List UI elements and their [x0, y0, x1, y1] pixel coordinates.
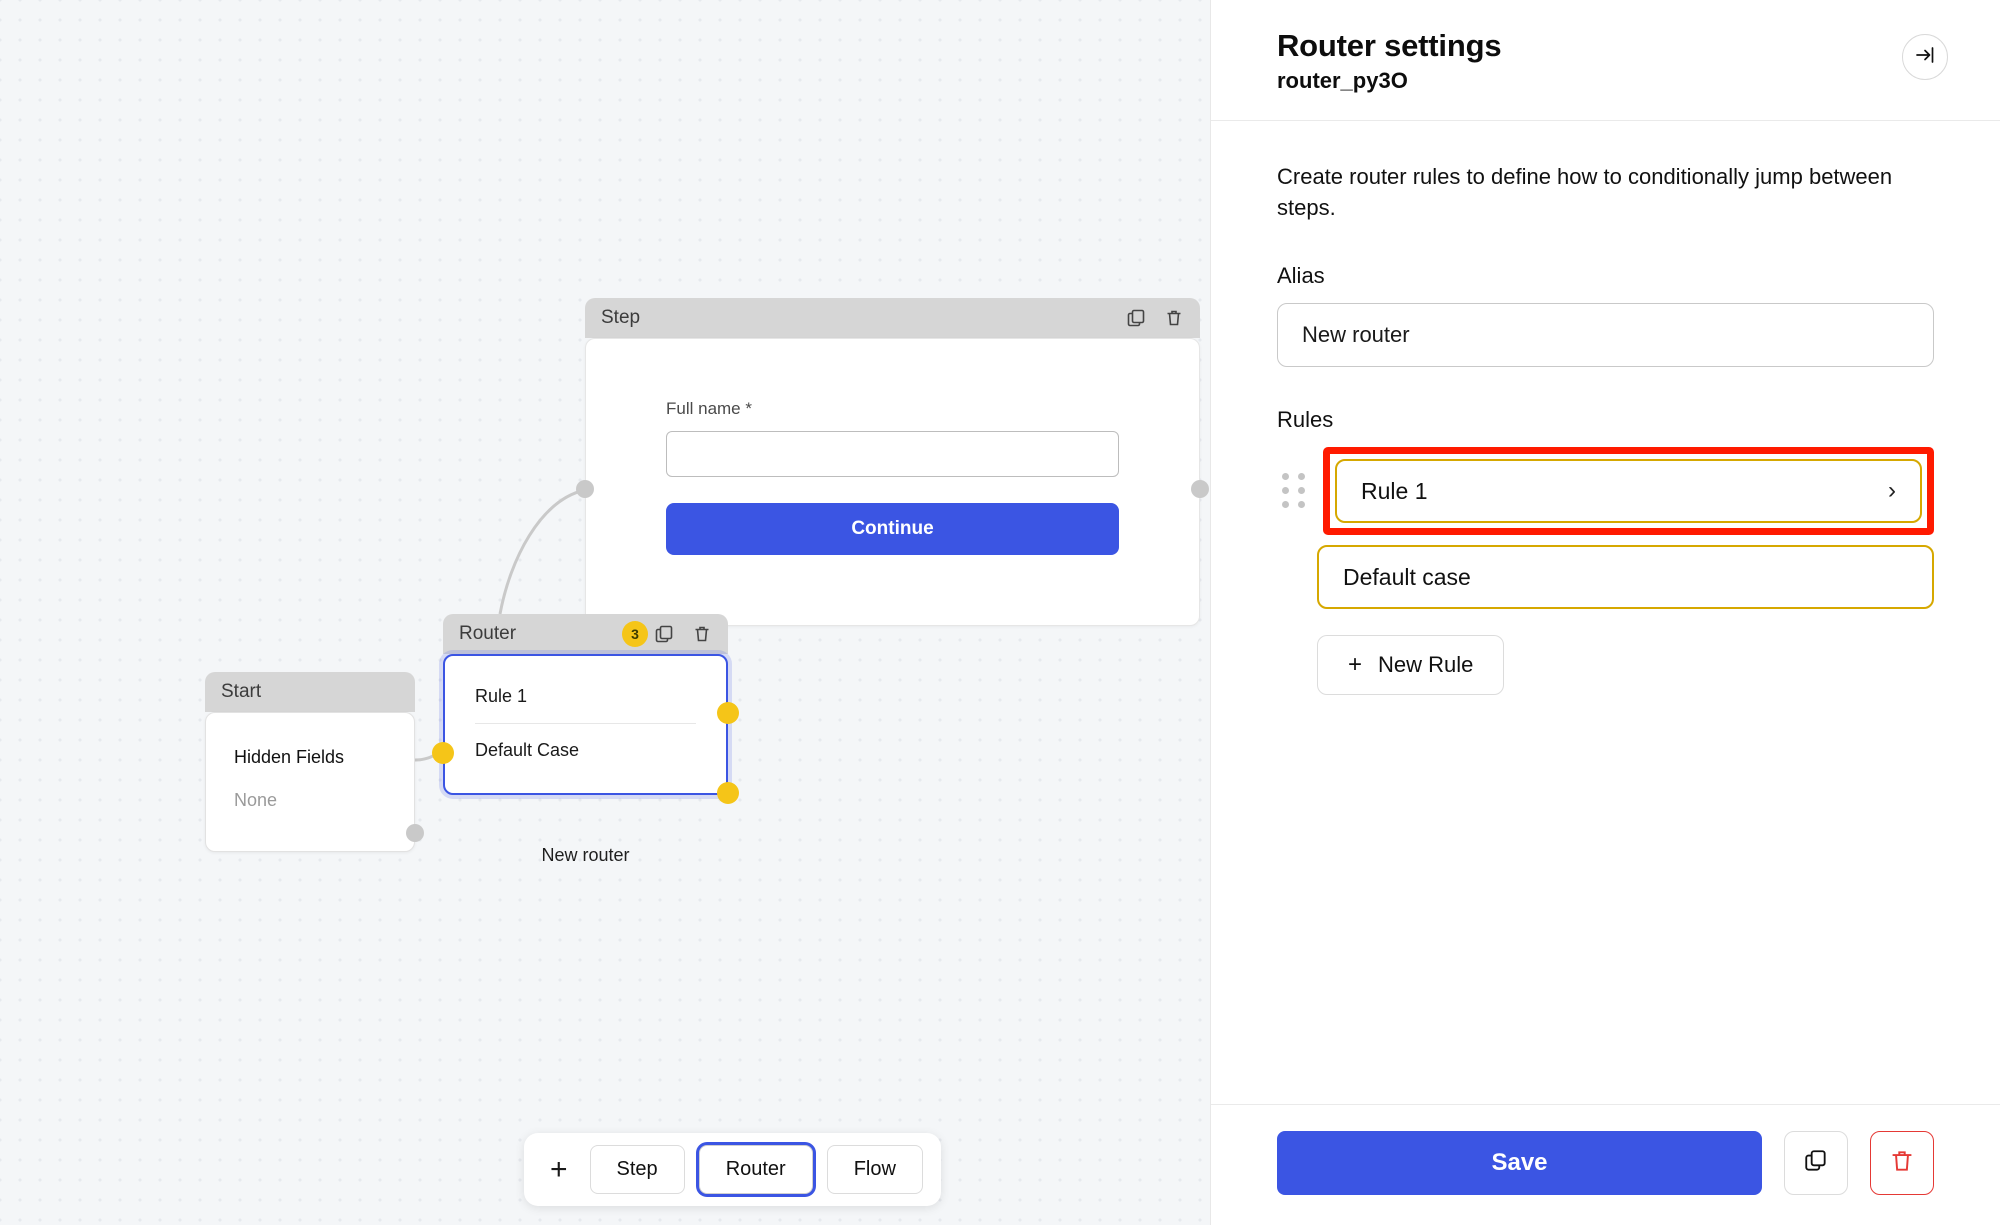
router-id-label: router_py3O [1277, 68, 1408, 93]
router-rule-1-output-handle[interactable] [717, 702, 739, 724]
copy-icon[interactable] [654, 624, 674, 644]
annotation-highlight-box: Rule 1 › [1323, 447, 1934, 536]
hidden-fields-body[interactable]: Hidden Fields None [205, 712, 415, 852]
start-node-title: Start [221, 681, 262, 702]
router-node[interactable]: Router 3 Rule 1 Default Case [432, 614, 739, 804]
router-input-handle[interactable] [432, 742, 454, 764]
full-name-label: Full name * [666, 399, 752, 418]
rule-row: Default case [1277, 545, 1934, 610]
rule-row: Rule 1 › [1277, 447, 1934, 536]
save-button[interactable]: Save [1277, 1131, 1762, 1195]
panel-description: Create router rules to define how to con… [1277, 164, 1893, 221]
collapse-panel-button[interactable] [1902, 34, 1948, 80]
alias-label: Alias [1277, 263, 1325, 289]
alias-input[interactable] [1277, 303, 1934, 368]
step-node-title: Step [601, 307, 641, 328]
plus-icon: + [1348, 651, 1363, 679]
panel-footer: Save [1211, 1104, 2000, 1225]
delete-router-button[interactable] [1870, 1131, 1934, 1195]
chevron-right-icon: › [1888, 477, 1896, 505]
step-node-body: Full name * Continue [585, 338, 1200, 626]
rule-item-rule-1[interactable]: Rule 1 › [1335, 459, 1922, 524]
collapse-right-icon [1914, 44, 1936, 71]
app-root: Start Hidden Fields None Step Full name … [0, 0, 2000, 1225]
rule-item-label: Rule 1 [1361, 477, 1428, 504]
rule-item-label: Default case [1343, 563, 1471, 590]
trash-icon[interactable] [692, 624, 712, 644]
duplicate-router-button[interactable] [1784, 1131, 1848, 1195]
new-rule-label: New Rule [1378, 652, 1474, 678]
copy-icon [1803, 1148, 1829, 1179]
add-node-toolbar: + Step Router Flow [524, 1133, 941, 1206]
plus-icon[interactable]: + [542, 1154, 576, 1185]
router-node-default-case[interactable]: Default Case [475, 724, 696, 771]
router-node-body: Rule 1 Default Case [443, 654, 728, 795]
step-node-header: Step [585, 298, 1200, 338]
router-settings-panel: Router settings router_py3O Create route… [1210, 0, 2000, 1225]
add-step-button[interactable]: Step [589, 1145, 685, 1194]
flow-canvas[interactable]: Start Hidden Fields None Step Full name … [0, 0, 1210, 1225]
router-rule-count-badge: 3 [622, 621, 648, 647]
rules-list: Rule 1 › Default case + New Rule [1277, 447, 1934, 696]
start-node[interactable]: Start Hidden Fields None [205, 672, 424, 852]
copy-icon[interactable] [1126, 308, 1146, 328]
start-node-header: Start [205, 672, 415, 712]
hidden-fields-value: None [234, 790, 278, 810]
add-router-button[interactable]: Router [698, 1145, 813, 1194]
step-node-input-handle[interactable] [576, 480, 594, 498]
rules-label: Rules [1277, 407, 1334, 433]
continue-button[interactable]: Continue [666, 503, 1119, 555]
step-node[interactable]: Step Full name * Continue [576, 298, 1209, 626]
drag-handle-icon[interactable] [1277, 472, 1311, 510]
trash-icon[interactable] [1164, 308, 1184, 328]
router-node-caption: New router [541, 845, 630, 865]
router-default-output-handle[interactable] [717, 782, 739, 804]
trash-icon [1889, 1148, 1915, 1179]
panel-header: Router settings router_py3O [1211, 0, 2000, 121]
hidden-fields-title: Hidden Fields [234, 747, 345, 767]
router-node-header: Router 3 [443, 614, 728, 654]
panel-body: Create router rules to define how to con… [1211, 121, 2000, 1104]
step-node-output-handle[interactable] [1191, 480, 1209, 498]
new-rule-button[interactable]: + New Rule [1317, 635, 1505, 696]
full-name-input[interactable] [666, 431, 1119, 477]
add-flow-button[interactable]: Flow [826, 1145, 923, 1194]
router-node-rule-1[interactable]: Rule 1 [475, 676, 696, 723]
router-node-title: Router [459, 623, 517, 644]
start-node-output-handle[interactable] [406, 824, 424, 842]
rule-item-default-case[interactable]: Default case [1317, 545, 1934, 610]
page-title: Router settings [1277, 28, 1502, 63]
